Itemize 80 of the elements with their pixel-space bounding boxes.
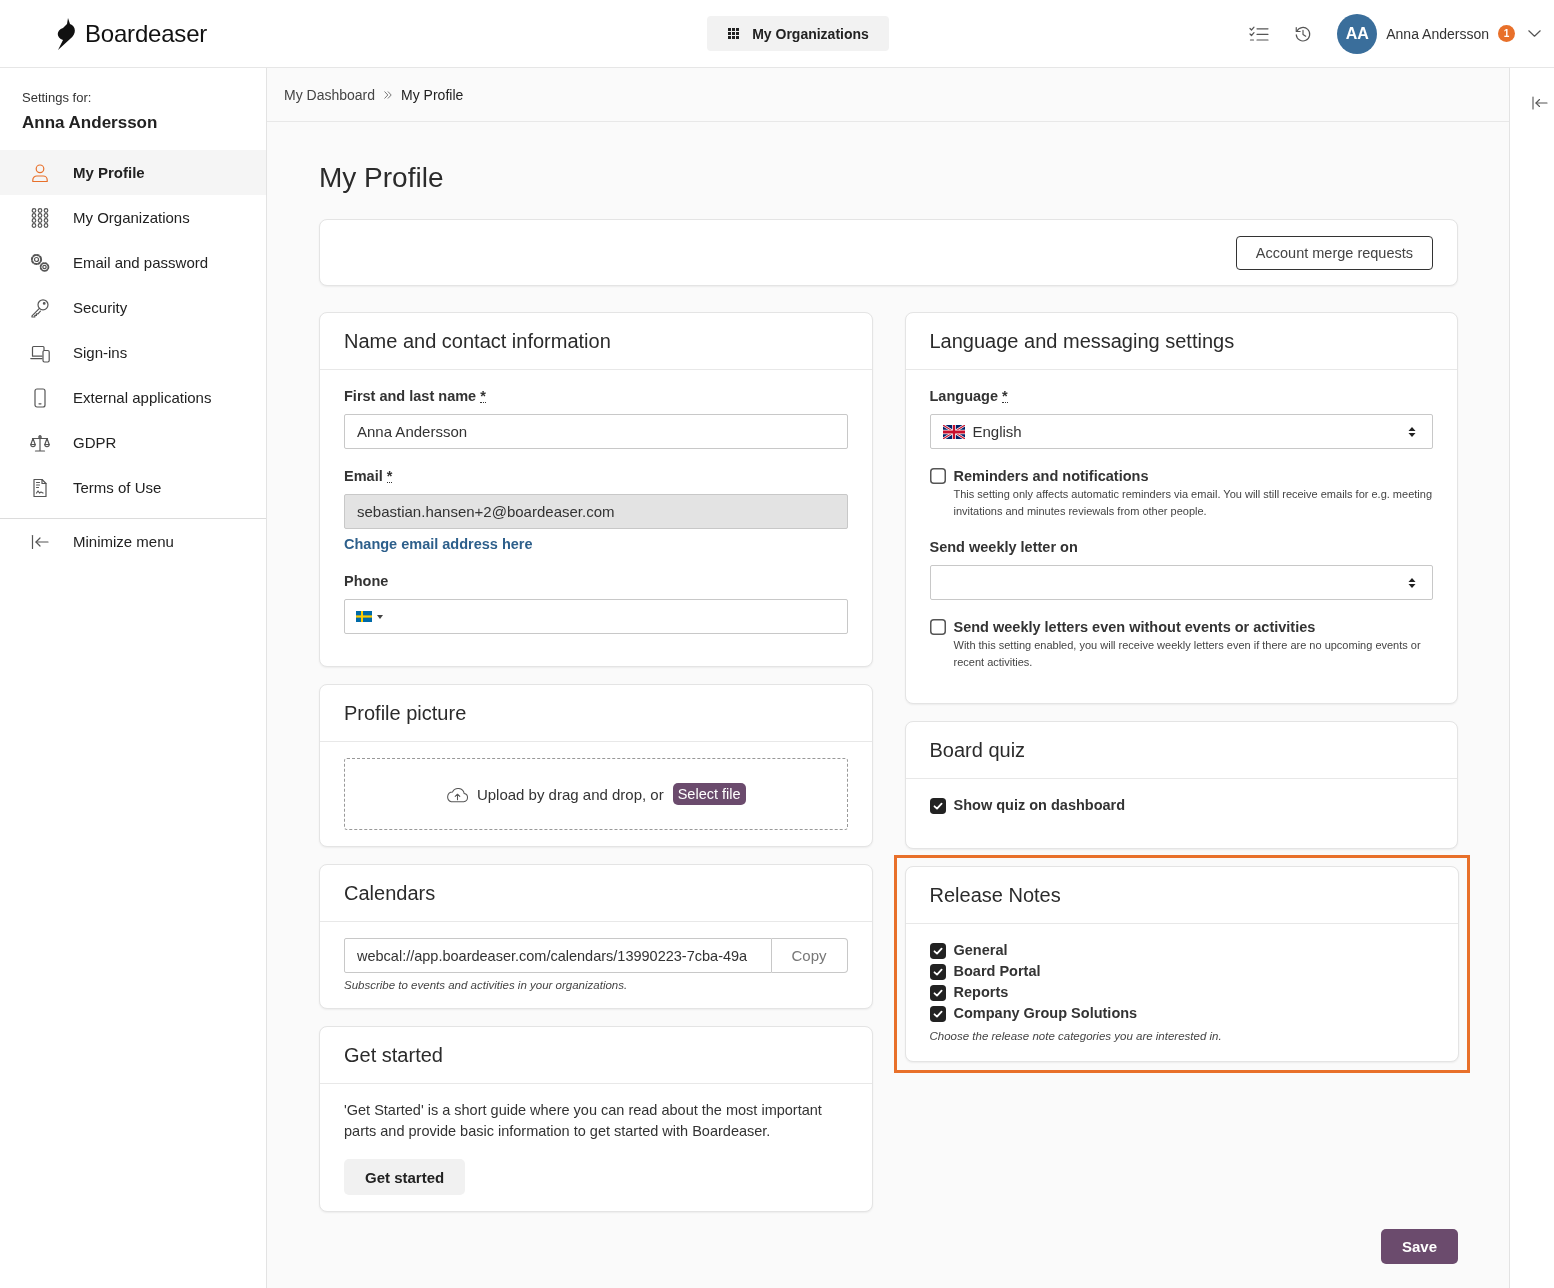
field-label: Language * bbox=[929, 387, 1009, 406]
field-label: Phone bbox=[344, 572, 390, 591]
page-title: My Profile bbox=[319, 161, 445, 195]
scales-icon bbox=[30, 432, 50, 453]
caret-down-icon[interactable] bbox=[377, 614, 383, 619]
checkbox[interactable] bbox=[929, 984, 946, 1001]
account-merge-requests-button[interactable]: Account merge requests bbox=[1235, 235, 1433, 270]
change-email-link[interactable]: Change email address here bbox=[344, 536, 533, 552]
person-icon bbox=[30, 162, 50, 183]
checkbox[interactable] bbox=[929, 619, 946, 635]
breadcrumb-link[interactable]: My Dashboard bbox=[284, 86, 376, 103]
checkbox-label[interactable]: Reports bbox=[953, 982, 1009, 1003]
logo-text[interactable]: Boardeaser bbox=[85, 19, 208, 48]
sidebar-item[interactable]: GDPR bbox=[0, 420, 266, 465]
double-chevron-icon bbox=[384, 90, 393, 99]
card-title: Profile picture bbox=[344, 701, 467, 725]
checkbox[interactable] bbox=[929, 797, 946, 814]
gears-icon bbox=[30, 252, 50, 273]
help-text: Choose the release note categories you are interested in. bbox=[929, 1029, 1223, 1044]
copy-button[interactable]: Copy bbox=[771, 938, 848, 973]
uk-flag-icon bbox=[942, 424, 965, 439]
sidebar-item[interactable]: External applications bbox=[0, 375, 266, 420]
card-title: Board quiz bbox=[929, 738, 1026, 762]
grid-icon bbox=[728, 28, 740, 39]
card-title: Language and messaging settings bbox=[929, 329, 1235, 353]
checkbox-label[interactable]: General bbox=[953, 940, 1008, 961]
checkbox[interactable] bbox=[929, 942, 946, 959]
checkbox-label[interactable]: Send weekly letters even without events or activities bbox=[953, 617, 1316, 637]
checkbox[interactable] bbox=[929, 1005, 946, 1022]
checkbox[interactable] bbox=[929, 963, 946, 980]
help-text: This setting only affects automatic reminders via email. You will still receive emails for e.g. meeting invitations and minutes reviewals from other people. bbox=[953, 487, 1433, 519]
minimize-menu-button[interactable]: Minimize menu bbox=[0, 519, 266, 564]
calendar-url-field[interactable]: webcal://app.boardeaser.com/calendars/13990223-7cba-49a bbox=[344, 938, 772, 973]
card-title: Calendars bbox=[344, 881, 436, 905]
document-icon bbox=[30, 477, 50, 498]
upload-dropzone[interactable]: Upload by drag and drop, or Select file bbox=[344, 758, 848, 830]
checklist-icon[interactable] bbox=[1249, 24, 1270, 43]
save-button[interactable]: Save bbox=[1380, 1229, 1458, 1264]
swedish-flag-icon[interactable] bbox=[356, 611, 372, 622]
help-text: Subscribe to events and activities in your organizations. bbox=[344, 978, 629, 993]
get-started-button[interactable]: Get started bbox=[344, 1159, 466, 1195]
checkbox[interactable] bbox=[929, 468, 946, 484]
sort-arrows-icon bbox=[1408, 576, 1416, 589]
checkbox-label[interactable]: Show quiz on dashboard bbox=[953, 795, 1126, 816]
sidebar-item[interactable]: My Profile bbox=[0, 150, 266, 195]
sidebar-item[interactable]: Security bbox=[0, 285, 266, 330]
chevron-down-icon[interactable] bbox=[1528, 30, 1541, 37]
checkbox-label[interactable]: Company Group Solutions bbox=[953, 1003, 1138, 1024]
card-title: Name and contact information bbox=[344, 329, 611, 353]
upload-instructions: Upload by drag and drop, or bbox=[476, 785, 664, 803]
checkbox-label[interactable]: Board Portal bbox=[953, 961, 1041, 982]
user-name[interactable]: Anna Andersson bbox=[1386, 25, 1489, 42]
card-title: Get started bbox=[344, 1043, 443, 1067]
key-icon bbox=[30, 297, 50, 318]
sidebar-item[interactable]: Terms of Use bbox=[0, 465, 266, 510]
field-label: Send weekly letter on bbox=[929, 538, 1079, 557]
arrow-left-bar-icon[interactable] bbox=[1532, 96, 1548, 110]
name-input[interactable]: Anna Andersson bbox=[344, 414, 848, 449]
language-select[interactable]: English bbox=[929, 414, 1433, 449]
sidebar-item[interactable]: My Organizations bbox=[0, 195, 266, 240]
breadcrumb-current: My Profile bbox=[401, 86, 464, 103]
cloud-upload-icon bbox=[445, 785, 469, 803]
notification-badge: 1 bbox=[1498, 25, 1515, 42]
sidebar-item[interactable]: Email and password bbox=[0, 240, 266, 285]
checkbox-label[interactable]: Reminders and notifications bbox=[953, 466, 1149, 486]
help-text: With this setting enabled, you will receive weekly letters even if there are no upcoming events or recent activities. bbox=[953, 638, 1422, 670]
logo-icon[interactable] bbox=[55, 17, 77, 50]
sort-arrows-icon bbox=[1408, 425, 1416, 438]
settings-user-name: Anna Andersson bbox=[22, 112, 159, 133]
user-avatar[interactable]: AA bbox=[1337, 13, 1378, 54]
settings-caption: Settings for: bbox=[22, 89, 93, 106]
phone-input[interactable] bbox=[344, 599, 848, 634]
field-label: First and last name * bbox=[344, 387, 487, 406]
field-label: Email * bbox=[344, 467, 394, 486]
card-title: Release Notes bbox=[929, 883, 1061, 907]
grid-dots-icon bbox=[30, 207, 50, 228]
get-started-description: 'Get Started' is a short guide where you can read about the most important parts and provide basic information to get started with Boardeaser. bbox=[344, 1101, 823, 1141]
sidebar-item[interactable]: Sign-ins bbox=[0, 330, 266, 375]
select-file-button[interactable]: Select file bbox=[672, 783, 746, 805]
organizations-button[interactable]: My Organizations bbox=[707, 16, 889, 51]
